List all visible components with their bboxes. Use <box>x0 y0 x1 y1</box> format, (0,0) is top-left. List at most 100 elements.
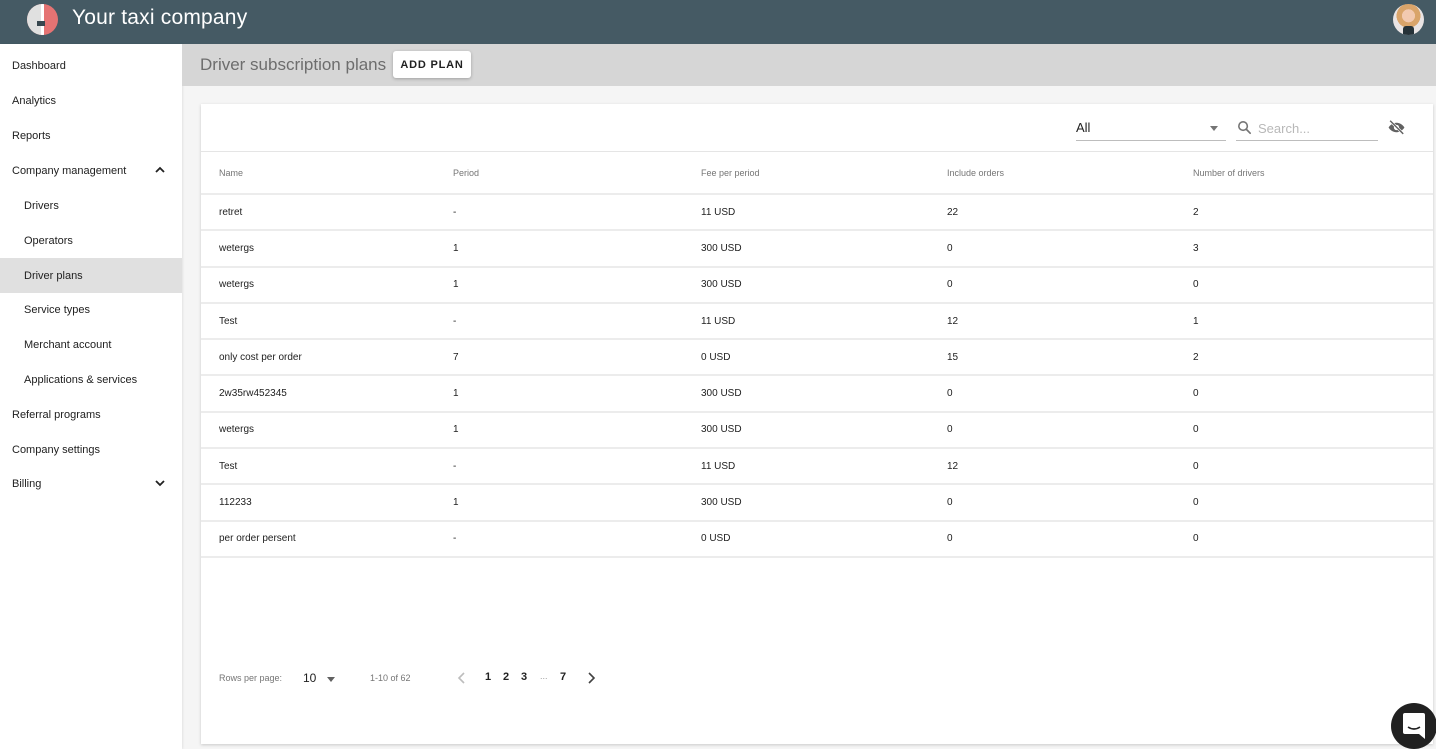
column-header-drivers[interactable]: Number of drivers <box>1175 153 1433 195</box>
sidebar-item-applications-services[interactable]: Applications & services <box>0 362 182 397</box>
sidebar-item-analytics[interactable]: Analytics <box>0 83 182 118</box>
sidebar-item-label: Applications & services <box>24 373 138 386</box>
cell-period: - <box>436 302 683 341</box>
page-button-last[interactable]: 7 <box>560 671 566 683</box>
search-icon <box>1238 121 1252 135</box>
sidebar-item-service-types[interactable]: Service types <box>0 292 182 327</box>
cell-fee: 11 USD <box>683 194 929 232</box>
cell-include-orders: 12 <box>929 302 1175 341</box>
sidebar-item-company-management[interactable]: Company management <box>0 153 182 188</box>
cell-name: wetergs <box>201 266 436 304</box>
sidebar-item-dashboard[interactable]: Dashboard <box>0 48 182 83</box>
table-row[interactable]: only cost per order 7 0 USD 15 2 <box>201 339 1433 377</box>
cell-period: 1 <box>436 411 683 450</box>
sidebar-item-driver-plans[interactable]: Driver plans <box>0 258 182 293</box>
page-button-1[interactable]: 1 <box>485 671 491 683</box>
cell-period: 7 <box>436 339 683 377</box>
cell-include-orders: 0 <box>929 520 1175 558</box>
taxi-logo-icon[interactable] <box>27 4 58 35</box>
cell-include-orders: 22 <box>929 194 1175 232</box>
cell-fee: 11 USD <box>683 302 929 341</box>
cell-include-orders: 0 <box>929 411 1175 450</box>
table-row[interactable]: wetergs 1 300 USD 0 0 <box>201 266 1433 304</box>
rows-per-page-label: Rows per page: <box>219 673 283 683</box>
cell-fee: 300 USD <box>683 484 929 522</box>
sidebar-item-operators[interactable]: Operators <box>0 223 182 258</box>
page-button-3[interactable]: 3 <box>521 671 527 683</box>
sidebar-item-label: Referral programs <box>12 408 101 421</box>
cell-name: per order persent <box>201 520 436 558</box>
cell-drivers: 0 <box>1175 448 1433 486</box>
visibility-off-icon[interactable] <box>1387 118 1406 137</box>
pagination-ellipsis: ... <box>540 671 548 681</box>
column-header-fee[interactable]: Fee per period <box>683 153 929 195</box>
cell-drivers: 0 <box>1175 375 1433 413</box>
table-row[interactable]: retret -11 USD 22 2 <box>201 194 1433 232</box>
pagination: Rows per page: 10 1-10 of 62 1 2 3 ... 7 <box>201 666 1433 690</box>
rows-per-page-select[interactable]: 10 <box>301 668 337 688</box>
cell-include-orders: 15 <box>929 339 1175 377</box>
cell-name: wetergs <box>201 411 436 450</box>
table-row[interactable]: 112233 1 300 USD 0 0 <box>201 484 1433 522</box>
page-button-2[interactable]: 2 <box>503 671 509 683</box>
sidebar-item-referral-programs[interactable]: Referral programs <box>0 397 182 432</box>
add-plan-button[interactable]: ADD PLAN <box>393 51 471 78</box>
table-row[interactable]: 2w35rw452345 1 300 USD 0 0 <box>201 375 1433 413</box>
chevron-down-icon[interactable] <box>154 477 166 489</box>
chat-button[interactable] <box>1391 703 1436 749</box>
table-row[interactable]: Test -11 USD 12 0 <box>201 448 1433 486</box>
cell-period: 1 <box>436 266 683 304</box>
cell-name: Test <box>201 302 436 341</box>
page-title: Driver subscription plans <box>200 55 387 74</box>
plans-card: All Name Period Fee per period Include o… <box>201 104 1433 744</box>
cell-include-orders: 0 <box>929 484 1175 522</box>
cell-drivers: 0 <box>1175 266 1433 304</box>
filter-select[interactable]: All <box>1076 116 1226 141</box>
table-row[interactable]: wetergs 1 300 USD 0 0 <box>201 411 1433 450</box>
sidebar-item-company-settings[interactable]: Company settings <box>0 432 182 467</box>
table-row[interactable]: wetergs 1 300 USD 0 3 <box>201 230 1433 268</box>
sidebar-item-label: Operators <box>24 234 73 247</box>
column-header-period[interactable]: Period <box>436 153 683 195</box>
sidebar-item-merchant-account[interactable]: Merchant account <box>0 327 182 362</box>
pagination-range: 1-10 of 62 <box>370 673 411 683</box>
cell-fee: 300 USD <box>683 230 929 268</box>
cell-drivers: 3 <box>1175 230 1433 268</box>
cell-drivers: 2 <box>1175 339 1433 377</box>
sidebar-item-label: Company management <box>12 164 127 177</box>
cell-include-orders: 0 <box>929 266 1175 304</box>
cell-fee: 300 USD <box>683 411 929 450</box>
chevron-right-icon[interactable] <box>584 670 598 686</box>
cell-name: 112233 <box>201 484 436 522</box>
user-avatar[interactable] <box>1393 4 1424 35</box>
cell-period: 1 <box>436 375 683 413</box>
chevron-up-icon[interactable] <box>154 164 166 176</box>
cell-fee: 300 USD <box>683 375 929 413</box>
app-title: Your taxi company <box>72 6 248 29</box>
cell-fee: 0 USD <box>683 520 929 558</box>
cell-name: only cost per order <box>201 339 436 377</box>
column-header-name[interactable]: Name <box>201 153 436 195</box>
cell-name: wetergs <box>201 230 436 268</box>
table-row[interactable]: per order persent -0 USD 0 0 <box>201 520 1433 558</box>
cell-period: - <box>436 448 683 486</box>
chat-icon <box>1403 713 1425 739</box>
app-bar: Your taxi company <box>0 0 1436 44</box>
column-header-include-orders[interactable]: Include orders <box>929 153 1175 195</box>
search-input[interactable] <box>1258 118 1376 138</box>
sidebar-item-reports[interactable]: Reports <box>0 118 182 153</box>
cell-period: - <box>436 520 683 558</box>
chevron-left-icon[interactable] <box>455 670 469 686</box>
cell-fee: 0 USD <box>683 339 929 377</box>
sidebar-item-billing[interactable]: Billing <box>0 466 182 501</box>
table-row[interactable]: Test -11 USD 12 1 <box>201 302 1433 341</box>
cell-period: 1 <box>436 230 683 268</box>
search-field[interactable] <box>1236 116 1378 141</box>
plans-table: Name Period Fee per period Include order… <box>201 153 1433 558</box>
sidebar-item-label: Company settings <box>12 443 101 456</box>
sidebar-item-label: Billing <box>12 477 42 490</box>
dropdown-caret-icon <box>1210 126 1218 131</box>
sidebar-item-drivers[interactable]: Drivers <box>0 188 182 223</box>
sidebar-item-label: Drivers <box>24 199 59 212</box>
sidebar-item-label: Driver plans <box>24 269 83 282</box>
